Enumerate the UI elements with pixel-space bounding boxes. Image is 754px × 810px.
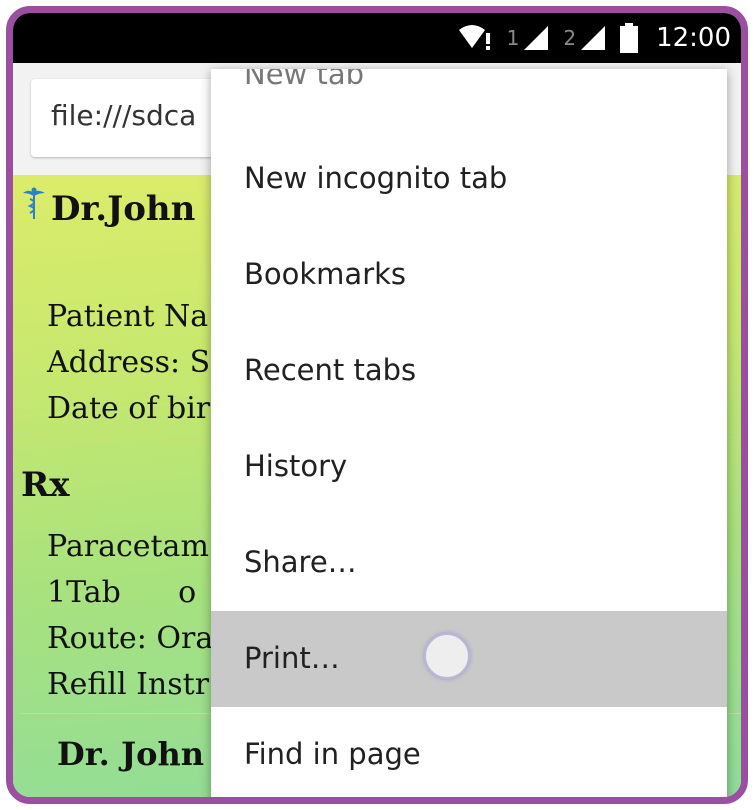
signal-icon: [580, 25, 606, 51]
menu-item-label: New incognito tab: [244, 161, 508, 195]
dose-line: 1Tab o: [47, 575, 197, 610]
rx-heading: Rx: [21, 465, 70, 505]
signal-icon: [523, 25, 549, 51]
menu-item-history[interactable]: History: [211, 419, 727, 515]
doctor-title: Dr.John: [51, 189, 196, 229]
menu-item-label: New tab: [244, 69, 365, 91]
device-frame: 1 2 12:00 file:///sdca Dr.John Patient N…: [6, 6, 748, 804]
status-icons: 1 2 12:00: [457, 13, 731, 63]
sim2-signal: 2: [563, 25, 606, 51]
battery-icon: [620, 23, 639, 53]
menu-item-bookmarks[interactable]: Bookmarks: [211, 227, 727, 323]
refill-line: Refill Instr: [47, 667, 210, 702]
route-line: Route: Ora: [47, 621, 214, 656]
sim2-label: 2: [563, 26, 577, 50]
overflow-menu: New tab New incognito tab Bookmarks Rece…: [211, 69, 727, 797]
menu-item-label: History: [244, 449, 348, 483]
wifi-alert-icon: [457, 24, 493, 52]
menu-item-label: Bookmarks: [244, 257, 407, 291]
menu-item-label: Print…: [244, 641, 340, 675]
dob-line: Date of bir: [47, 391, 211, 426]
address-line: Address: S: [47, 345, 211, 380]
menu-item-find-in-page[interactable]: Find in page: [211, 707, 727, 797]
url-text: file:///sdca: [51, 99, 197, 132]
caduceus-icon: [21, 187, 47, 225]
status-bar: 1 2 12:00: [13, 13, 741, 63]
sim1-label: 1: [506, 26, 520, 50]
menu-item-recent-tabs[interactable]: Recent tabs: [211, 323, 727, 419]
menu-item-label: Share…: [244, 545, 357, 579]
clock: 12:00: [656, 23, 731, 53]
touch-indicator: [424, 633, 470, 679]
sim1-signal: 1: [507, 25, 550, 51]
medication-line: Paracetam: [47, 529, 209, 564]
doctor-signature-name: Dr. John I: [57, 735, 231, 773]
menu-item-new-incognito-tab[interactable]: New incognito tab: [211, 131, 727, 227]
screen: 1 2 12:00 file:///sdca Dr.John Patient N…: [13, 13, 741, 797]
menu-item-label: Find in page: [244, 737, 421, 771]
menu-item-share[interactable]: Share…: [211, 515, 727, 611]
patient-name-line: Patient Na: [47, 299, 209, 334]
menu-item-label: Recent tabs: [244, 353, 417, 387]
menu-item-print[interactable]: Print…: [211, 611, 727, 707]
